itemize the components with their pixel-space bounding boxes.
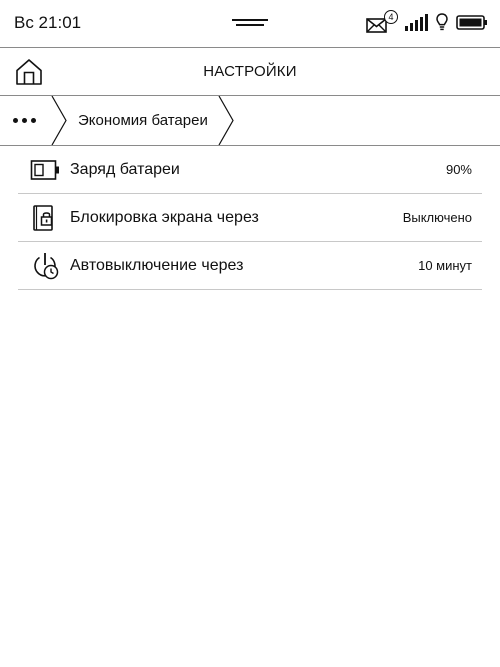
breadcrumb-more-button[interactable] [0, 96, 52, 145]
setting-auto-power-off[interactable]: Автовыключение через 10 минут [18, 242, 482, 290]
setting-value: 10 минут [418, 258, 472, 273]
status-time: Вс 21:01 [14, 13, 82, 32]
header: НАСТРОЙКИ [0, 48, 500, 96]
mail-icon[interactable]: 4 [366, 10, 398, 36]
breadcrumb: Экономия батареи [0, 96, 500, 146]
setting-screen-lock[interactable]: Блокировка экрана через Выключено [18, 194, 482, 242]
setting-battery-charge[interactable]: Заряд батареи 90% [18, 146, 482, 194]
setting-label: Блокировка экрана через [70, 209, 259, 226]
page-title: НАСТРОЙКИ [203, 63, 297, 80]
lock-screen-icon [30, 203, 60, 233]
setting-label: Автовыключение через [70, 257, 244, 274]
status-icons: 4 [366, 10, 488, 36]
battery-icon [30, 155, 60, 185]
mail-count-badge: 4 [384, 10, 398, 24]
breadcrumb-current[interactable]: Экономия батареи [68, 96, 218, 145]
settings-list: Заряд батареи 90% Блокировка экрана чере… [18, 146, 482, 290]
more-dots-icon [13, 118, 18, 123]
setting-value: 90% [445, 162, 472, 177]
signal-icon [404, 12, 430, 32]
notification-pull-handle[interactable] [232, 16, 268, 28]
status-bar: Вс 21:01 4 [0, 0, 500, 48]
setting-label: Заряд батареи [70, 161, 180, 178]
battery-status-icon [456, 12, 488, 32]
bulb-icon [436, 12, 448, 32]
power-timer-icon [30, 251, 60, 281]
setting-value: Выключено [402, 210, 472, 225]
